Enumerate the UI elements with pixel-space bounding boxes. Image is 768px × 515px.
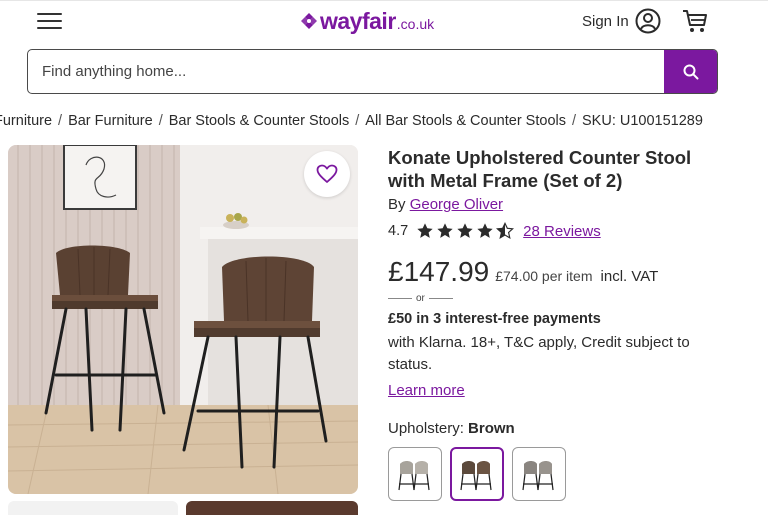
logo-domain: .co.uk — [396, 16, 435, 32]
breadcrumb-separator: / — [58, 113, 63, 129]
swatch-brown[interactable] — [450, 447, 504, 501]
logo-wordmark: wayfair — [320, 7, 396, 34]
product-title: Konate Upholstered Counter Stool with Me… — [388, 147, 692, 191]
vat-label: incl. VAT — [600, 268, 659, 285]
divider-line — [388, 298, 412, 299]
upholstery-value: Brown — [468, 420, 515, 437]
swatch-stools-image — [398, 461, 430, 491]
price-row: £147.99 £74.00 per item incl. VAT — [388, 256, 658, 288]
search-button[interactable] — [664, 50, 717, 93]
star-rating — [416, 222, 516, 240]
or-label: or — [416, 293, 425, 304]
upholstery-label: Upholstery: — [388, 420, 464, 437]
brand-link[interactable]: George Oliver — [410, 196, 503, 213]
product-thumbnail[interactable] — [8, 501, 178, 515]
brand-line: By George Oliver — [388, 196, 503, 213]
learn-more-link[interactable]: Learn more — [388, 382, 465, 399]
breadcrumb-separator: / — [571, 113, 577, 129]
search-bar — [27, 49, 718, 94]
product-main-image[interactable] — [8, 145, 358, 494]
menu-icon[interactable] — [37, 11, 62, 31]
heart-icon — [316, 164, 338, 183]
favorite-button[interactable] — [304, 151, 350, 197]
header-divider — [0, 0, 768, 1]
upholstery-swatches — [388, 447, 574, 501]
upholstery-option: Upholstery: Brown — [388, 420, 515, 437]
klarna-terms: with Klarna. 18+, T&C apply, Credit subj… — [388, 334, 690, 373]
wayfair-logo[interactable]: wayfair .co.uk — [300, 6, 434, 36]
breadcrumb-bar-furniture[interactable]: Bar Furniture — [68, 113, 153, 129]
breadcrumb: Furniture / Bar Furniture / Bar Stools & Cou… — [0, 113, 768, 133]
breadcrumb-separator: / — [158, 113, 163, 129]
by-label: By — [388, 196, 406, 213]
rating-summary: 4.7 28 Reviews — [388, 222, 601, 240]
price: £147.99 — [388, 256, 490, 287]
swatch-stools-image — [460, 461, 492, 491]
star-icon — [437, 223, 453, 238]
or-divider: or — [388, 293, 453, 304]
breadcrumb-separator: / — [355, 113, 360, 129]
breadcrumb-all-bar-stools[interactable]: All Bar Stools & Counter Stools — [365, 113, 566, 129]
product-thumbnail[interactable] — [186, 501, 358, 515]
search-input[interactable] — [28, 50, 664, 93]
swatch-light-grey[interactable] — [388, 447, 442, 501]
search-icon — [683, 64, 698, 79]
star-half-icon — [496, 222, 515, 240]
klarna-heading: £50 in 3 interest-free payments — [388, 311, 601, 327]
breadcrumb-furniture[interactable]: Furniture — [0, 113, 52, 129]
swatch-stools-image — [522, 461, 554, 491]
cart-icon[interactable] — [681, 8, 709, 34]
sign-in-label: Sign In — [582, 12, 629, 30]
rating-value: 4.7 — [388, 223, 409, 239]
divider-line — [428, 298, 453, 299]
star-icon — [417, 223, 433, 238]
sku-label: SKU: U100151289 — [582, 113, 703, 129]
wayfair-logo-mark — [301, 13, 317, 29]
swatch-grey[interactable] — [512, 447, 566, 501]
account-icon — [635, 8, 661, 34]
star-icon — [477, 223, 493, 238]
per-item-price: £74.00 per item — [495, 268, 593, 284]
reviews-link[interactable]: 28 Reviews — [523, 223, 601, 240]
breadcrumb-bar-stools[interactable]: Bar Stools & Counter Stools — [169, 113, 350, 129]
star-icon — [457, 223, 473, 238]
sign-in-button[interactable]: Sign In — [582, 8, 661, 34]
